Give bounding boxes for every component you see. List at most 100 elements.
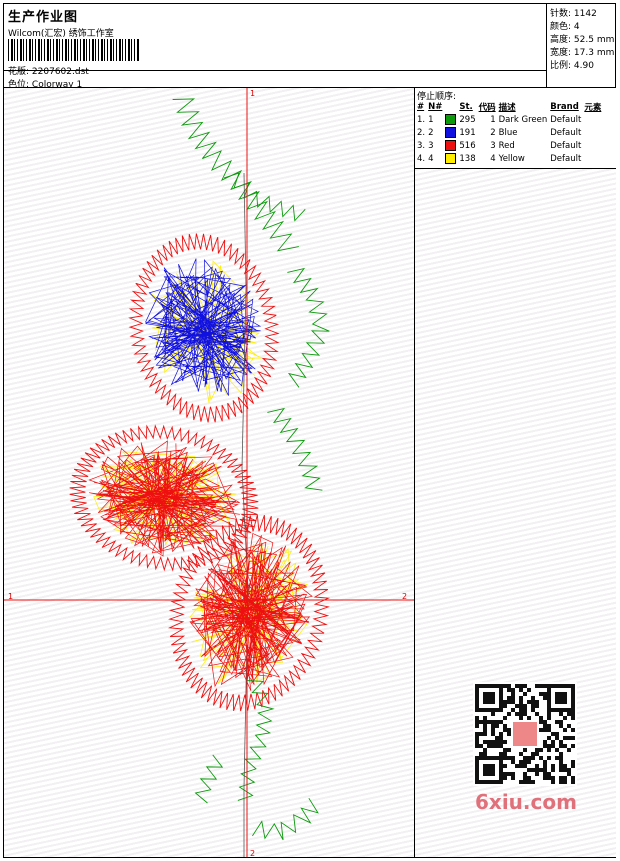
qr-module (547, 748, 551, 752)
vine-top (172, 98, 299, 252)
row-needle: 3 (428, 140, 434, 151)
qr-module (543, 768, 547, 772)
qr-module (567, 772, 571, 776)
table-row[interactable]: 1. 1 295 1 Dark Green Default (417, 113, 604, 126)
qr-module (523, 764, 527, 768)
qr-module (535, 748, 539, 752)
embroidery-canvas[interactable] (4, 88, 414, 857)
vine-lower (267, 407, 323, 491)
row-element (584, 152, 604, 165)
row-code: 3 (490, 140, 496, 151)
qr-module (503, 756, 507, 760)
row-code: 2 (490, 127, 496, 138)
row-description: Yellow (498, 153, 525, 164)
qr-module (559, 780, 563, 784)
qr-module (559, 776, 563, 780)
stat-scale: 比例: 4.90 (550, 61, 594, 71)
row-stitches: 516 (459, 140, 476, 151)
row-brand: Default (550, 153, 582, 164)
header: 生产作业图 Wilcom(汇宏) 绣饰工作室 花版: 2207602.dst 色… (4, 4, 546, 90)
table-row[interactable]: 2. 2 191 2 Blue Default (417, 126, 604, 139)
barcode (8, 39, 140, 61)
stop-sequence-panel: 停止顺序: # N# St. 代码 描述 Brand 元素 1. 1 295 1 Dar… (414, 88, 616, 169)
qr-module (571, 716, 575, 720)
qr-module (519, 700, 523, 704)
qr-module (531, 700, 535, 704)
qr-module (479, 744, 483, 748)
qr-module (543, 684, 547, 688)
qr-module (559, 752, 563, 756)
qr-module (531, 704, 535, 708)
qr-module (559, 768, 563, 772)
qr-module (511, 692, 515, 696)
qr-module (519, 684, 523, 688)
table-row[interactable]: 4. 4 138 4 Yellow Default (417, 152, 604, 165)
axis-label-right: 2 (402, 592, 408, 601)
color-swatch (445, 127, 457, 138)
qr-module (555, 732, 559, 736)
qr-module (503, 764, 507, 768)
row-stitches: 138 (459, 153, 476, 164)
qr-module (555, 736, 559, 740)
qr-module (539, 756, 543, 760)
row-swatch (445, 152, 459, 165)
qr-module (487, 744, 491, 748)
qr-module (507, 688, 511, 692)
qr-module (511, 776, 515, 780)
qr-module (499, 736, 503, 740)
qr-module (523, 780, 527, 784)
qr-module (563, 764, 567, 768)
qr-module (547, 772, 551, 776)
qr-module (515, 764, 519, 768)
table-row[interactable]: 3. 3 516 3 Red Default (417, 139, 604, 152)
qr-module (555, 720, 559, 724)
qr-code (473, 682, 577, 786)
qr-module (479, 720, 483, 724)
qr-module (511, 700, 515, 704)
qr-module (519, 696, 523, 700)
qr-module (519, 752, 523, 756)
qr-module (563, 768, 567, 772)
design-label: 花版: (8, 67, 30, 77)
qr-module (513, 722, 537, 746)
row-element (584, 139, 604, 152)
qr-module (487, 720, 491, 724)
qr-module (523, 708, 527, 712)
qr-module (507, 732, 511, 736)
qr-module (563, 728, 567, 732)
axis-label-left: 1 (8, 592, 14, 601)
qr-module (479, 732, 483, 736)
qr-module (511, 756, 515, 760)
qr-module (547, 724, 551, 728)
axis-label-top: 1 (250, 89, 256, 98)
qr-module (547, 712, 551, 716)
qr-module (555, 748, 559, 752)
col-header: Brand (550, 101, 579, 112)
qr-module (559, 724, 563, 728)
stat-height: 高度: 52.5 mm (550, 35, 615, 45)
qr-module (491, 744, 495, 748)
qr-module (491, 724, 495, 728)
qr-module (503, 748, 507, 752)
qr-module (531, 780, 535, 784)
qr-module (571, 764, 575, 768)
col-header: 代码 (478, 102, 496, 113)
qr-module (475, 732, 479, 736)
leaf-bottom-right (252, 797, 319, 841)
qr-module (507, 712, 511, 716)
qr-module (547, 728, 551, 732)
qr-module (535, 700, 539, 704)
qr-module (559, 720, 563, 724)
qr-module (511, 696, 515, 700)
row-element (584, 113, 604, 126)
qr-module (567, 712, 571, 716)
qr-module (539, 728, 543, 732)
qr-module (535, 684, 539, 688)
qr-module (507, 728, 511, 732)
col-header (445, 100, 459, 113)
qr-module (567, 736, 571, 740)
qr-module (543, 776, 547, 780)
qr-module (551, 732, 555, 736)
color-swatch (445, 140, 457, 151)
qr-module (511, 688, 515, 692)
